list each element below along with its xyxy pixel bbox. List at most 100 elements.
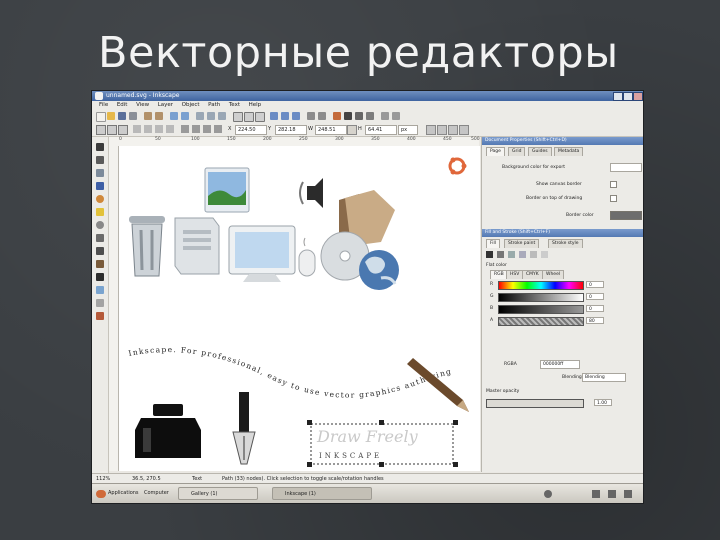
selection-handle[interactable] xyxy=(307,462,312,467)
lock-icon[interactable] xyxy=(347,125,357,135)
rectangle-tool-icon[interactable] xyxy=(96,182,104,190)
pencil-tool-icon[interactable] xyxy=(96,234,104,242)
move-gradients-icon[interactable] xyxy=(448,125,458,135)
preferences-icon[interactable] xyxy=(381,112,389,120)
close-button[interactable] xyxy=(633,92,643,101)
node-tool-icon[interactable] xyxy=(96,156,104,164)
move-patterns-icon[interactable] xyxy=(459,125,469,135)
duplicate-icon[interactable] xyxy=(270,112,278,120)
selection-handle[interactable] xyxy=(379,420,384,425)
text-tool-icon[interactable] xyxy=(96,273,104,281)
menu-layer[interactable]: Layer xyxy=(158,102,173,108)
selection-handle[interactable] xyxy=(453,462,458,467)
cut-icon[interactable] xyxy=(207,112,215,120)
ellipse-tool-icon[interactable] xyxy=(96,195,104,203)
x-input[interactable]: 224.50 xyxy=(235,125,267,135)
unset-paint-icon[interactable] xyxy=(541,251,548,258)
taskbar-window-gallery[interactable]: Gallery (1) xyxy=(178,487,258,500)
blue-value[interactable]: 0 xyxy=(586,305,604,312)
connector-tool-icon[interactable] xyxy=(96,299,104,307)
green-value[interactable]: 0 xyxy=(586,293,604,300)
master-opacity-value[interactable]: 1.00 xyxy=(594,399,612,406)
red-value[interactable]: 0 xyxy=(586,281,604,288)
blend-select[interactable]: Blending xyxy=(582,373,626,382)
flat-color-icon[interactable] xyxy=(497,251,504,258)
blue-slider[interactable] xyxy=(498,305,584,314)
tab-page[interactable]: Page xyxy=(486,147,505,156)
export-icon[interactable] xyxy=(155,112,163,120)
volume-icon[interactable] xyxy=(592,490,600,498)
print-icon[interactable] xyxy=(129,112,137,120)
group-icon[interactable] xyxy=(307,112,315,120)
menu-file[interactable]: File xyxy=(99,102,108,108)
linear-gradient-icon[interactable] xyxy=(508,251,515,258)
copy-icon[interactable] xyxy=(196,112,204,120)
workspace-icon[interactable] xyxy=(608,490,616,498)
applications-menu[interactable]: Applications xyxy=(108,490,139,496)
rgba-input[interactable]: 000000ff xyxy=(540,360,580,369)
layer-select[interactable]: Text xyxy=(192,476,202,482)
draw-freely-logo[interactable]: Draw Freely INKSCAPE xyxy=(307,420,458,467)
lower-icon[interactable] xyxy=(203,125,211,133)
calligraphy-tool-icon[interactable] xyxy=(96,260,104,268)
tab-grid[interactable]: Grid xyxy=(508,147,526,156)
flip-horizontal-icon[interactable] xyxy=(155,125,163,133)
border-color-swatch[interactable] xyxy=(610,211,642,220)
selector-tool-icon[interactable] xyxy=(96,143,104,151)
pattern-icon[interactable] xyxy=(530,251,537,258)
document-properties-icon[interactable] xyxy=(392,112,400,120)
maximize-button[interactable] xyxy=(623,92,633,101)
zoom-selection-icon[interactable] xyxy=(233,112,243,122)
tab-fill[interactable]: Fill xyxy=(486,239,501,248)
menu-path[interactable]: Path xyxy=(208,102,220,108)
green-slider[interactable] xyxy=(498,293,584,302)
tab-guides[interactable]: Guides xyxy=(528,147,552,156)
selection-handle[interactable] xyxy=(307,420,312,425)
foot-menu-icon[interactable] xyxy=(96,490,106,498)
selection-handle[interactable] xyxy=(453,420,458,425)
clone-icon[interactable] xyxy=(281,112,289,120)
menu-edit[interactable]: Edit xyxy=(117,102,128,108)
computer-menu[interactable]: Computer xyxy=(144,490,169,496)
select-all-icon[interactable] xyxy=(96,125,106,135)
drawing-canvas[interactable]: Inkscape. For professional, easy to use … xyxy=(119,146,480,471)
units-select[interactable]: px xyxy=(398,125,418,135)
scale-corners-icon[interactable] xyxy=(437,125,447,135)
h-input[interactable]: 64.41 xyxy=(365,125,397,135)
scale-stroke-icon[interactable] xyxy=(426,125,436,135)
tab-stroke-style[interactable]: Stroke style xyxy=(548,239,583,248)
alpha-value[interactable]: 80 xyxy=(586,317,604,324)
border-on-top-checkbox[interactable] xyxy=(610,195,617,202)
zoom-page-icon[interactable] xyxy=(255,112,265,122)
ungroup-icon[interactable] xyxy=(318,112,326,120)
undo-icon[interactable] xyxy=(170,112,178,120)
spiral-tool-icon[interactable] xyxy=(96,221,104,229)
dropper-tool-icon[interactable] xyxy=(96,312,104,320)
zoom-tool-icon[interactable] xyxy=(96,169,104,177)
taskbar-window-inkscape[interactable]: Inkscape (1) xyxy=(272,487,372,500)
tab-metadata[interactable]: Metadata xyxy=(554,147,584,156)
star-tool-icon[interactable] xyxy=(96,208,104,216)
paste-icon[interactable] xyxy=(218,112,226,120)
master-opacity-slider[interactable] xyxy=(486,399,584,408)
network-icon[interactable] xyxy=(544,490,552,498)
menu-text[interactable]: Text xyxy=(229,102,240,108)
text-font-icon[interactable] xyxy=(344,112,352,120)
flip-vertical-icon[interactable] xyxy=(166,125,174,133)
show-border-checkbox[interactable] xyxy=(610,181,617,188)
select-all-layers-icon[interactable] xyxy=(107,125,117,135)
raise-top-icon[interactable] xyxy=(181,125,189,133)
align-icon[interactable] xyxy=(366,112,374,120)
tab-hsv[interactable]: HSV xyxy=(506,270,524,279)
save-icon[interactable] xyxy=(118,112,126,120)
fill-stroke-icon[interactable] xyxy=(333,112,341,120)
selection-handle[interactable] xyxy=(379,462,384,467)
red-slider[interactable] xyxy=(498,281,584,290)
import-icon[interactable] xyxy=(144,112,152,120)
deselect-icon[interactable] xyxy=(118,125,128,135)
trash-tray-icon[interactable] xyxy=(624,490,632,498)
menu-object[interactable]: Object xyxy=(182,102,200,108)
zoom-drawing-icon[interactable] xyxy=(244,112,254,122)
alpha-slider[interactable] xyxy=(498,317,584,326)
tab-cmyk[interactable]: CMYK xyxy=(522,270,543,279)
